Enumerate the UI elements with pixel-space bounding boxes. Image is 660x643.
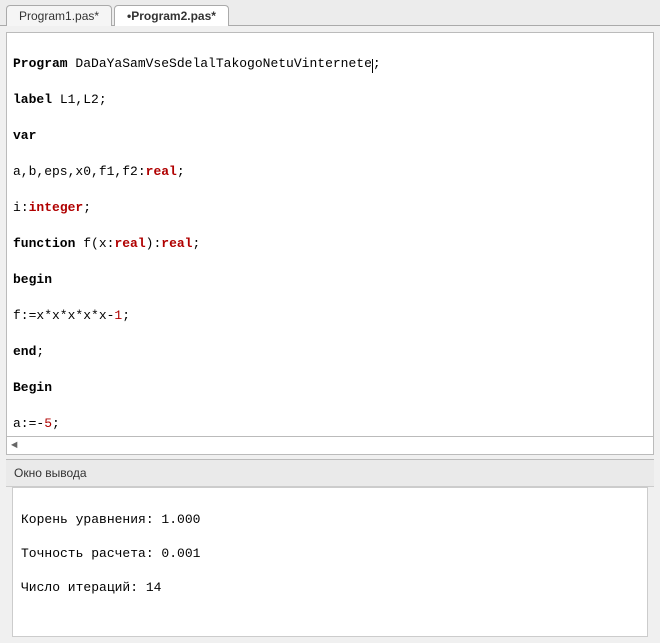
a-assign: a:=- [13,416,44,431]
decl1-names: a,b,eps,x0,f1,f2 [13,164,138,179]
func-sig1: f(x: [83,236,114,251]
func-body: f:=x*x*x*x*x- [13,308,114,323]
type-real-ret: real [161,236,192,251]
kw-begin: begin [13,272,52,287]
kw-function: function [13,236,75,251]
func-sig2: ): [146,236,162,251]
text-caret [372,59,373,73]
tab-program2[interactable]: •Program2.pas* [114,5,229,26]
kw-program: Program [13,56,68,71]
output-title: Окно вывода [6,460,654,487]
kw-var: var [13,128,36,143]
tab-program1[interactable]: Program1.pas* [6,5,112,26]
output-panel: Окно вывода Корень уравнения: 1.000 Точн… [6,459,654,643]
kw-label: label [13,92,52,107]
tab-bar: Program1.pas* •Program2.pas* [0,0,660,26]
num-1: 1 [114,308,122,323]
code-editor[interactable]: Program DaDaYaSamVseSdelalTakogoNetuVint… [6,32,654,437]
decl2-names: i [13,200,21,215]
output-body[interactable]: Корень уравнения: 1.000 Точность расчета… [12,487,648,637]
editor-pane: Program DaDaYaSamVseSdelalTakogoNetuVint… [0,26,660,643]
output-line: Корень уравнения: 1.000 [21,511,639,528]
output-line: Число итераций: 14 [21,579,639,596]
kw-end: end [13,344,36,359]
program-name: DaDaYaSamVseSdelalTakogoNetuVinternete [75,56,371,71]
type-real-arg: real [114,236,145,251]
num-5: 5 [44,416,52,431]
horizontal-scrollbar[interactable]: ◄ [6,437,654,455]
scroll-arrow-left-icon: ◄ [11,440,18,452]
label-list: L1,L2 [60,92,99,107]
kw-Begin: Begin [13,380,52,395]
output-line: Точность расчета: 0.001 [21,545,639,562]
type-integer: integer [29,200,84,215]
type-real: real [146,164,177,179]
